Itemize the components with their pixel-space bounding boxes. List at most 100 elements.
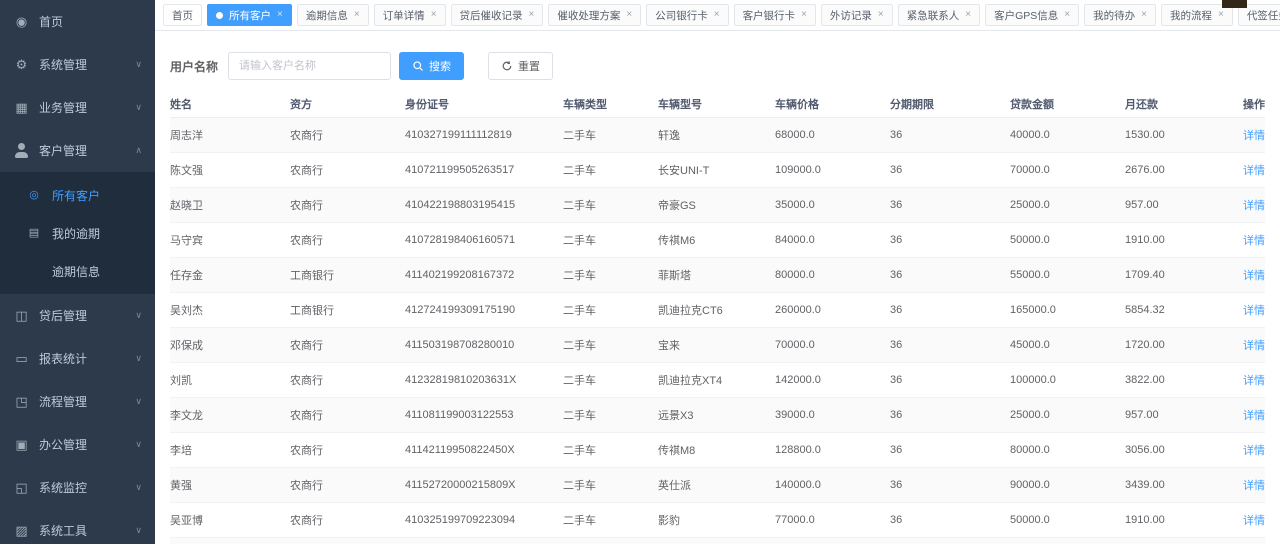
- detail-link[interactable]: 详情: [1243, 445, 1265, 457]
- tab-close-icon[interactable]: ×: [1218, 10, 1224, 20]
- cell-term: 36: [890, 467, 1010, 502]
- sidebar-item-system-mgmt[interactable]: ⚙ 系统管理 ∨: [0, 43, 155, 86]
- tab-close-icon[interactable]: ×: [1064, 10, 1070, 20]
- detail-link[interactable]: 详情: [1243, 410, 1265, 422]
- tab-visit-records[interactable]: 外访记录 ×: [821, 4, 893, 26]
- tab-label: 我的流程: [1170, 8, 1212, 23]
- detail-link[interactable]: 详情: [1243, 305, 1265, 317]
- tab-collection-plan[interactable]: 催收处理方案 ×: [548, 4, 641, 26]
- tab-overdue-info[interactable]: 逾期信息 ×: [297, 4, 369, 26]
- tab-home[interactable]: 首页: [163, 4, 202, 26]
- column-header: 车辆型号: [658, 91, 775, 117]
- tab-label: 外访记录: [830, 8, 872, 23]
- cell-price: 80000.0: [775, 257, 890, 292]
- tab-label: 首页: [172, 8, 193, 23]
- cell-id-number: 410721199505263517: [405, 152, 563, 187]
- table-header: 姓名资方身份证号车辆类型车辆型号车辆价格分期期限贷款金额月还款操作: [170, 91, 1265, 117]
- sidebar-subitem-all-customers[interactable]: ◎ 所有客户: [0, 176, 155, 214]
- tab-close-icon[interactable]: ×: [1141, 10, 1147, 20]
- tab-close-icon[interactable]: ×: [431, 10, 437, 20]
- cell-loan: 25000.0: [1010, 397, 1125, 432]
- tab-close-icon[interactable]: ×: [277, 10, 283, 20]
- 周培杰: 周培杰 农商行 410323199205126617 二手车 大众CC 9800…: [170, 537, 1265, 544]
- cell-id-number: 411081199003122553: [405, 397, 563, 432]
- cell-term: 36: [890, 187, 1010, 222]
- cell-action: 详情: [1235, 432, 1265, 467]
- tab-label: 客户GPS信息: [994, 8, 1058, 23]
- tab-close-icon[interactable]: ×: [965, 10, 971, 20]
- tab-close-icon[interactable]: ×: [529, 10, 535, 20]
- tab-close-icon[interactable]: ×: [801, 10, 807, 20]
- sidebar-main-top: ◉ 首页 ⚙ 系统管理 ∨ ▦ 业务管理 ∨: [0, 0, 155, 172]
- cell-vehicle-type: 二手车: [563, 397, 658, 432]
- tab-order-detail[interactable]: 订单详情 ×: [374, 4, 446, 26]
- detail-link[interactable]: 详情: [1243, 235, 1265, 247]
- tab-emergency-contacts[interactable]: 紧急联系人 ×: [898, 4, 980, 26]
- detail-link[interactable]: 详情: [1243, 480, 1265, 492]
- sidebar-item-post-loan-mgmt[interactable]: ◫ 贷后管理 ∨: [0, 294, 155, 337]
- sidebar-subitem-overdue-info[interactable]: 逾期信息: [0, 252, 155, 290]
- cell-name: 黄强: [170, 467, 290, 502]
- tab-post-loan-collection-records[interactable]: 贷后催收记录 ×: [451, 4, 544, 26]
- tab-company-bankcard[interactable]: 公司银行卡 ×: [646, 4, 728, 26]
- sidebar-item-business-mgmt[interactable]: ▦ 业务管理 ∨: [0, 86, 155, 129]
- tab-customer-gps-info[interactable]: 客户GPS信息 ×: [985, 4, 1079, 26]
- tab-close-icon[interactable]: ×: [714, 10, 720, 20]
- cell-price: 35000.0: [775, 187, 890, 222]
- tab-my-todo[interactable]: 我的待办 ×: [1084, 4, 1156, 26]
- cell-loan: 50000.0: [1010, 502, 1125, 537]
- cell-funder: 农商行: [290, 432, 405, 467]
- topbar-avatar-partial: [1222, 0, 1247, 8]
- sidebar-item-report-stats[interactable]: ▭ 报表统计 ∨: [0, 337, 155, 380]
- sidebar-item-customer-mgmt[interactable]: 客户管理 ∧: [0, 129, 155, 172]
- sidebar-item-system-tools[interactable]: ▨ 系统工具 ∨: [0, 509, 155, 544]
- detail-link[interactable]: 详情: [1243, 515, 1265, 527]
- search-section: 用户名称 搜索 重置: [155, 31, 1280, 87]
- cell-loan: 100000.0: [1010, 362, 1125, 397]
- sidebar-submenu-customer: ◎ 所有客户 ▤ 我的逾期 逾期信息: [0, 172, 155, 294]
- cell-funder: 农商行: [290, 117, 405, 152]
- cell-funder: 农商行: [290, 537, 405, 544]
- detail-link[interactable]: 详情: [1243, 130, 1265, 142]
- reset-button[interactable]: 重置: [488, 52, 553, 80]
- cell-monthly: 1910.00: [1125, 222, 1235, 257]
- 任存金: 任存金 工商银行 411402199208167372 二手车 菲斯塔 8000…: [170, 257, 1265, 292]
- detail-link[interactable]: 详情: [1243, 375, 1265, 387]
- cell-name: 周志洋: [170, 117, 290, 152]
- cell-price: 70000.0: [775, 327, 890, 362]
- cell-vehicle-model: 远景X3: [658, 397, 775, 432]
- cell-action: 详情: [1235, 292, 1265, 327]
- detail-link[interactable]: 详情: [1243, 340, 1265, 352]
- sidebar-item-system-monitor[interactable]: ◱ 系统监控 ∨: [0, 466, 155, 509]
- sidebar-item-office-mgmt[interactable]: ▣ 办公管理 ∨: [0, 423, 155, 466]
- sidebar-subitem-my-overdue[interactable]: ▤ 我的逾期: [0, 214, 155, 252]
- cell-funder: 工商银行: [290, 257, 405, 292]
- tab-close-icon[interactable]: ×: [354, 10, 360, 20]
- detail-link[interactable]: 详情: [1243, 165, 1265, 177]
- tab-customer-bankcard[interactable]: 客户银行卡 ×: [734, 4, 816, 26]
- cell-name: 吴亚博: [170, 502, 290, 537]
- sidebar-item-flow-mgmt[interactable]: ◳ 流程管理 ∨: [0, 380, 155, 423]
- cell-vehicle-model: 英仕派: [658, 467, 775, 502]
- cell-name: 李文龙: [170, 397, 290, 432]
- detail-link[interactable]: 详情: [1243, 200, 1265, 212]
- tab-close-icon[interactable]: ×: [878, 10, 884, 20]
- detail-link[interactable]: 详情: [1243, 270, 1265, 282]
- cell-funder: 农商行: [290, 327, 405, 362]
- tab-all-customers[interactable]: 所有客户 ×: [207, 4, 292, 26]
- 吴亚博: 吴亚博 农商行 410325199709223094 二手车 影豹 77000.…: [170, 502, 1265, 537]
- cell-funder: 农商行: [290, 362, 405, 397]
- customer-name-input[interactable]: [228, 52, 391, 80]
- tab-close-icon[interactable]: ×: [626, 10, 632, 20]
- main-content: 首页 所有客户 × 逾期信息 × 订单详情 ×: [155, 0, 1280, 544]
- cell-loan: 55000.0: [1010, 257, 1125, 292]
- cell-vehicle-type: 二手车: [563, 257, 658, 292]
- cell-monthly: 3056.00: [1125, 432, 1235, 467]
- sidebar-item-home[interactable]: ◉ 首页: [0, 0, 155, 43]
- cell-monthly: 1530.00: [1125, 117, 1235, 152]
- menu-icon: ⚙: [14, 57, 29, 72]
- 刘凯: 刘凯 农商行 41232819810203631X 二手车 凯迪拉克XT4 14…: [170, 362, 1265, 397]
- chevron-icon: ∨: [135, 525, 142, 536]
- app-window: ◉ 首页 ⚙ 系统管理 ∨ ▦ 业务管理 ∨: [0, 0, 1280, 544]
- search-button[interactable]: 搜索: [399, 52, 464, 80]
